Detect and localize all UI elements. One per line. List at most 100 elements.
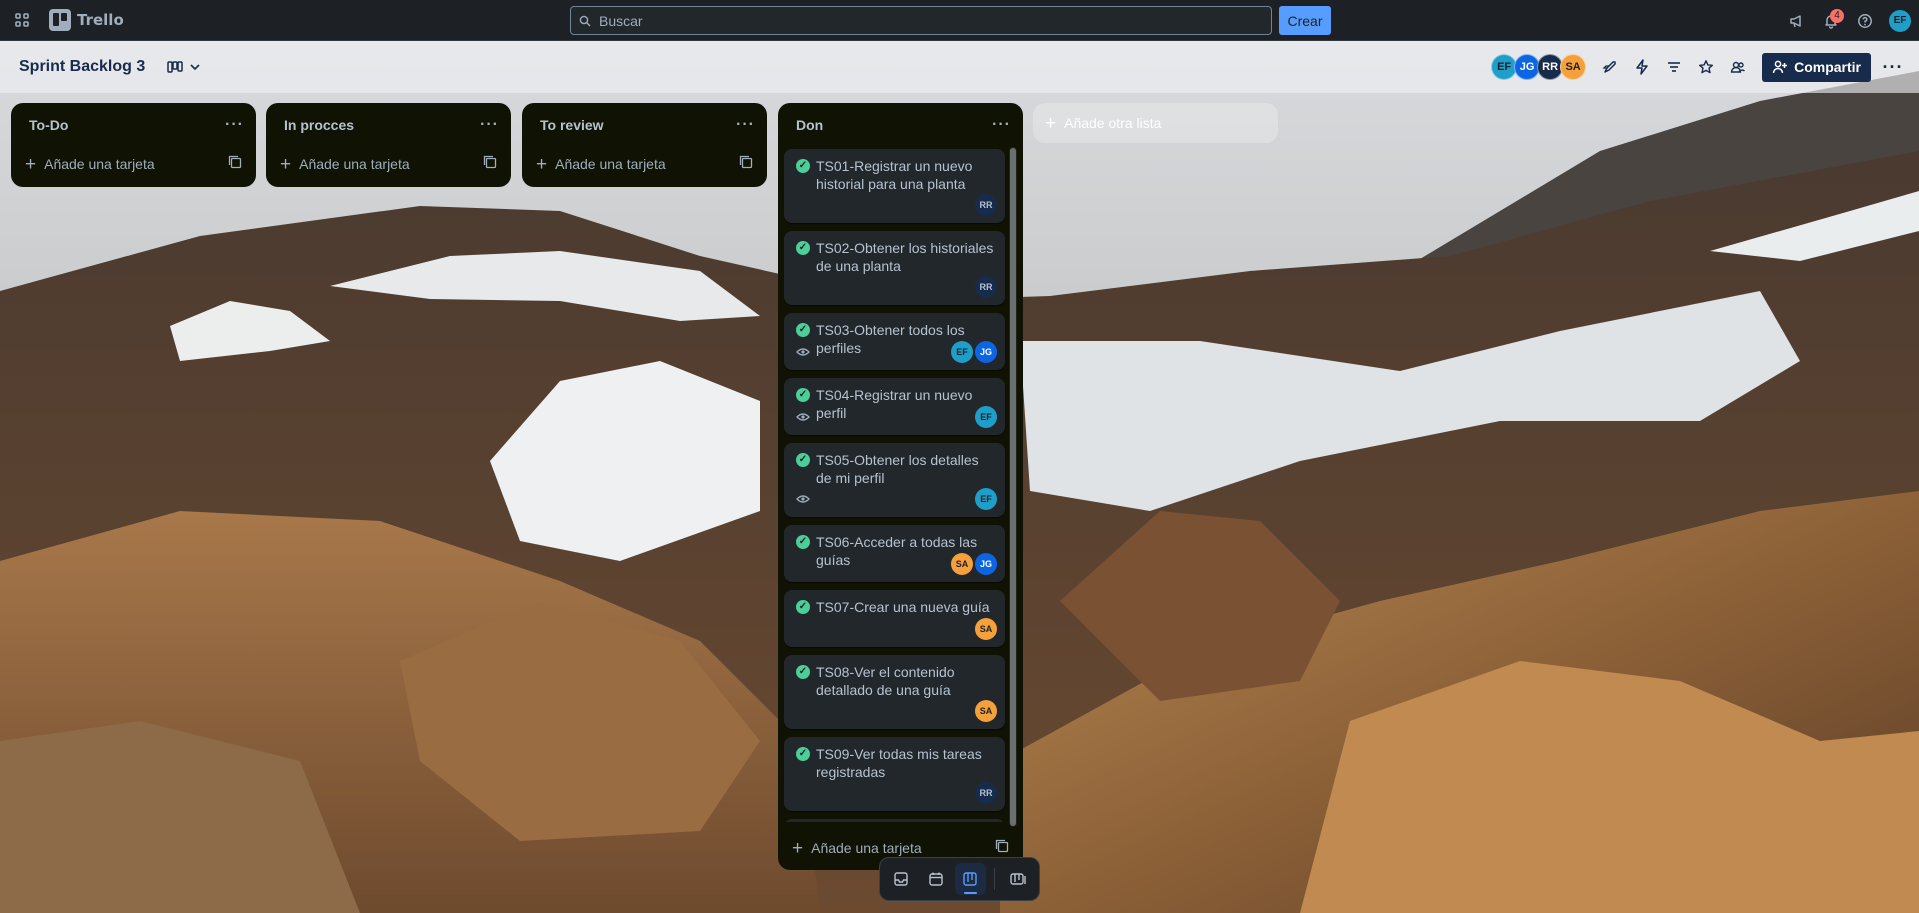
card-member-avatar[interactable]: RR — [975, 276, 997, 298]
check-complete-icon[interactable]: ✓ — [796, 388, 810, 402]
trello-logo[interactable]: Trello — [43, 5, 130, 35]
card-template-icon[interactable] — [483, 155, 497, 174]
eye-icon — [796, 494, 810, 504]
plus-icon: + — [792, 837, 804, 859]
eye-icon — [796, 347, 810, 357]
help-button[interactable] — [1851, 7, 1879, 35]
switch-boards-button[interactable] — [1003, 863, 1034, 895]
check-complete-icon[interactable]: ✓ — [796, 535, 810, 549]
user-avatar[interactable]: EF — [1889, 9, 1911, 32]
switch-boards-icon — [1010, 873, 1026, 885]
planner-view-button[interactable] — [921, 863, 952, 895]
list-menu-icon[interactable]: ··· — [480, 116, 499, 134]
search-input[interactable] — [599, 12, 1271, 29]
card-title: TS01-Registrar un nuevo historial para u… — [816, 158, 973, 192]
card-template-icon[interactable] — [739, 155, 753, 174]
add-person-icon — [1772, 60, 1788, 74]
eye-icon — [796, 412, 810, 422]
view-switcher-bar — [879, 857, 1040, 901]
card[interactable]: ✓ TS04-Registrar un nuevo perfil EF — [784, 378, 1005, 435]
add-card-label: Añade una tarjeta — [44, 156, 155, 172]
board-view-button[interactable] — [955, 863, 986, 895]
check-complete-icon[interactable]: ✓ — [796, 323, 810, 337]
card-title: TS09-Ver todas mis tareas registradas — [816, 746, 982, 780]
list-menu-icon[interactable]: ··· — [225, 116, 244, 134]
add-card-button[interactable]: + Añade una tarjeta — [522, 147, 767, 181]
check-complete-icon[interactable]: ✓ — [796, 747, 810, 761]
card-member-avatar[interactable]: EF — [951, 341, 973, 363]
board-icon — [963, 872, 977, 886]
feedback-button[interactable] — [1783, 7, 1811, 35]
list-scrollbar-thumb[interactable] — [1010, 148, 1016, 826]
add-card-button[interactable]: + Añade una tarjeta — [266, 147, 511, 181]
inbox-icon — [894, 872, 908, 886]
card[interactable]: ✓ TS06-Acceder a todas las guías SA JG — [784, 525, 1005, 582]
board-view-switcher[interactable] — [163, 52, 205, 82]
app-name: Trello — [77, 11, 124, 29]
card-member-avatar[interactable]: JG — [975, 341, 997, 363]
plus-icon: + — [536, 153, 548, 175]
card[interactable]: ✓ TS09-Ver todas mis tareas registradas R… — [784, 737, 1005, 811]
card-title: TS08-Ver el contenido detallado de una g… — [816, 664, 955, 698]
list-menu-icon[interactable]: ··· — [736, 116, 755, 134]
divider — [993, 868, 995, 890]
check-complete-icon[interactable]: ✓ — [796, 241, 810, 255]
notification-count-badge: 4 — [1830, 8, 1844, 23]
list-menu-icon[interactable]: ··· — [992, 116, 1011, 134]
check-complete-icon[interactable]: ✓ — [796, 665, 810, 679]
filter-button[interactable] — [1658, 51, 1690, 83]
card-member-avatar[interactable]: RR — [975, 782, 997, 804]
create-button[interactable]: Crear — [1279, 6, 1331, 35]
card[interactable]: ✓ TS01-Registrar un nuevo historial para … — [784, 149, 1005, 223]
visibility-button[interactable] — [1722, 51, 1754, 83]
card[interactable]: ✓ TS07-Crear una nueva guía SA — [784, 590, 1005, 647]
add-list-button[interactable]: + Añade otra lista — [1033, 103, 1278, 143]
check-complete-icon[interactable]: ✓ — [796, 159, 810, 173]
card-member-avatar[interactable]: SA — [975, 618, 997, 640]
app-switcher-button[interactable] — [7, 5, 37, 35]
card-template-icon[interactable] — [995, 839, 1009, 858]
card[interactable]: ✓ TS05-Obtener los detalles de mi perfil … — [784, 443, 1005, 517]
card-member-avatar[interactable]: EF — [975, 406, 997, 428]
inbox-view-button[interactable] — [886, 863, 917, 895]
notifications-button[interactable]: 4 — [1817, 7, 1845, 35]
card[interactable]: ✓ TS08-Ver el contenido detallado de una … — [784, 655, 1005, 729]
list-title[interactable]: To-Do — [29, 117, 68, 133]
board-menu-button[interactable]: ··· — [1877, 51, 1909, 83]
add-card-label: Añade una tarjeta — [555, 156, 666, 172]
card-member-avatar[interactable]: RR — [975, 194, 997, 216]
card[interactable] — [784, 819, 1005, 822]
card-title: TS02-Obtener los historiales de una plan… — [816, 240, 994, 274]
card-member-avatar[interactable]: EF — [975, 488, 997, 510]
megaphone-icon — [1790, 14, 1801, 27]
board-title[interactable]: Sprint Backlog 3 — [19, 58, 145, 76]
plus-icon: + — [1045, 112, 1057, 134]
search-icon — [579, 15, 595, 27]
board-actions: EF JG RR SA Compartir ··· — [1491, 41, 1909, 93]
card[interactable]: ✓ TS03-Obtener todos los perfiles EF JG — [784, 313, 1005, 370]
check-complete-icon[interactable]: ✓ — [796, 600, 810, 614]
share-button[interactable]: Compartir — [1762, 52, 1871, 82]
card-member-avatar[interactable]: SA — [951, 553, 973, 575]
power-ups-button[interactable] — [1594, 51, 1626, 83]
card-title: TS05-Obtener los detalles de mi perfil — [816, 452, 979, 486]
more-icon: ··· — [1882, 56, 1904, 77]
search-bar[interactable] — [570, 6, 1272, 35]
list-header: Don ··· — [778, 103, 1023, 147]
card-member-avatar[interactable]: JG — [975, 553, 997, 575]
star-icon — [1699, 60, 1714, 74]
check-complete-icon[interactable]: ✓ — [796, 453, 810, 467]
list-header: To-Do ··· — [11, 103, 256, 147]
board-members: EF JG RR SA — [1491, 54, 1587, 80]
list-title[interactable]: In procces — [284, 117, 354, 133]
card-template-icon[interactable] — [228, 155, 242, 174]
list-title[interactable]: To review — [540, 117, 604, 133]
add-card-button[interactable]: + Añade una tarjeta — [11, 147, 256, 181]
card-member-avatar[interactable]: SA — [975, 700, 997, 722]
automation-button[interactable] — [1626, 51, 1658, 83]
star-button[interactable] — [1690, 51, 1722, 83]
card[interactable]: ✓ TS02-Obtener los historiales de una pla… — [784, 231, 1005, 305]
member-avatar[interactable]: SA — [1560, 54, 1587, 80]
plus-icon: + — [280, 153, 292, 175]
list-title[interactable]: Don — [796, 117, 823, 133]
